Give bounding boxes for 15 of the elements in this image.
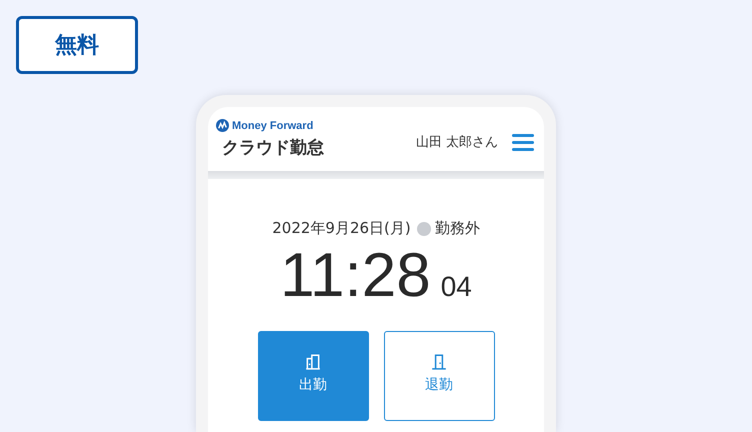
logo-icon xyxy=(216,119,229,132)
door-icon xyxy=(431,353,447,370)
brand-name: Money Forward xyxy=(232,120,314,132)
clock-in-button[interactable]: 出勤 xyxy=(258,331,368,421)
menu-icon[interactable] xyxy=(512,134,534,150)
product-name: クラウド勤怠 xyxy=(222,137,325,159)
date-text: 2022年9月26日(月) xyxy=(272,219,411,238)
clock-seconds: 04 xyxy=(440,271,472,303)
status-dot xyxy=(416,222,431,236)
user-name: 山田 太郎さん xyxy=(416,134,498,151)
status-text: 勤務外 xyxy=(434,219,480,238)
free-badge: 無料 xyxy=(16,16,138,74)
clock-out-button[interactable]: 退勤 xyxy=(384,331,494,421)
door-icon xyxy=(305,353,321,370)
clock-time: 11:28 xyxy=(280,240,431,311)
